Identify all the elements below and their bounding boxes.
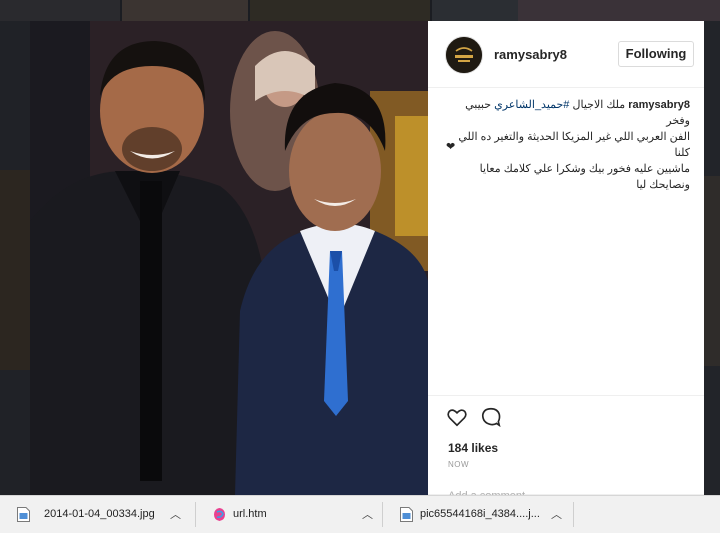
- thumbnail: [0, 170, 30, 370]
- post-caption: ramysabry8 ملك الاجيال #حميد_الشاعري حبي…: [444, 97, 690, 193]
- thumbnail: [0, 0, 120, 21]
- avatar-logo-icon: [446, 37, 482, 73]
- caption-text: ملك الاجيال: [572, 99, 626, 111]
- caption-line-3: ماشيين عليه فخور بيك وشكرا علي كلامك معا…: [479, 163, 690, 191]
- following-button[interactable]: Following: [618, 41, 694, 67]
- thumbnail: [518, 0, 720, 21]
- thumbnail: [122, 0, 248, 21]
- photo-illustration: [30, 21, 428, 495]
- download-item[interactable]: pic65544168i_4384....j... ︿: [383, 496, 573, 533]
- thumbnail: [250, 0, 430, 21]
- chevron-up-icon[interactable]: ︿: [170, 506, 181, 522]
- caption-line-1: ramysabry8 ملك الاجيال #حميد_الشاعري حبي…: [444, 97, 690, 129]
- thumbnail: [704, 176, 720, 366]
- browser-file-icon: [214, 508, 225, 521]
- chevron-up-icon[interactable]: ︿: [551, 506, 562, 522]
- image-file-icon: [400, 507, 413, 522]
- image-file-icon: [17, 507, 30, 522]
- username[interactable]: ramysabry8: [494, 47, 567, 62]
- post-header: ramysabry8 Following: [428, 21, 704, 88]
- comment-icon[interactable]: [480, 406, 502, 428]
- post-actions: 184 likes NOW Add a comment... ···: [428, 395, 704, 504]
- heart-icon[interactable]: [446, 406, 468, 428]
- caption-line-2: الفن العربي اللي غير المزيكا الحديثة وال…: [458, 131, 690, 159]
- download-item[interactable]: 2014-01-04_00334.jpg ︿: [0, 496, 195, 533]
- chevron-up-icon[interactable]: ︿: [362, 506, 373, 522]
- post-photo[interactable]: [30, 21, 428, 495]
- download-item[interactable]: url.htm ︿: [196, 496, 382, 533]
- download-filename: url.htm: [233, 508, 267, 520]
- download-filename: pic65544168i_4384....j...: [420, 508, 540, 520]
- avatar[interactable]: [445, 36, 483, 74]
- downloads-bar: 2014-01-04_00334.jpg ︿ url.htm ︿ pic6554…: [0, 495, 720, 533]
- hashtag-link[interactable]: #حميد_الشاعري: [494, 99, 569, 111]
- divider: [573, 502, 574, 527]
- download-filename: 2014-01-04_00334.jpg: [44, 508, 155, 520]
- caption-username[interactable]: ramysabry8: [628, 99, 690, 111]
- heart-emoji: ❤: [446, 141, 456, 153]
- post-timestamp: NOW: [448, 460, 470, 469]
- post-details-panel: ramysabry8 Following ramysabry8 ملك الاج…: [428, 21, 704, 504]
- likes-count[interactable]: 184 likes: [448, 441, 498, 455]
